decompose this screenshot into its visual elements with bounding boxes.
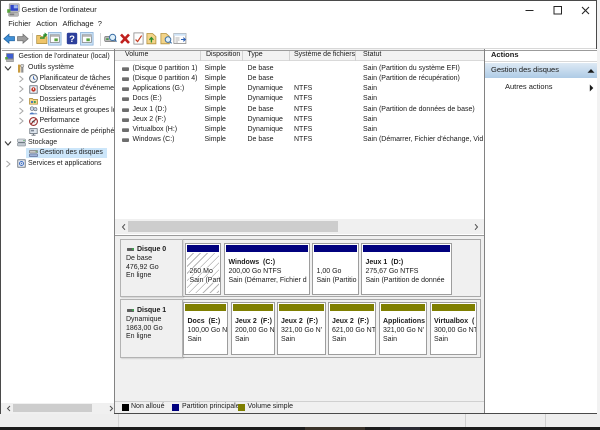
- svg-text:?: ?: [69, 34, 75, 45]
